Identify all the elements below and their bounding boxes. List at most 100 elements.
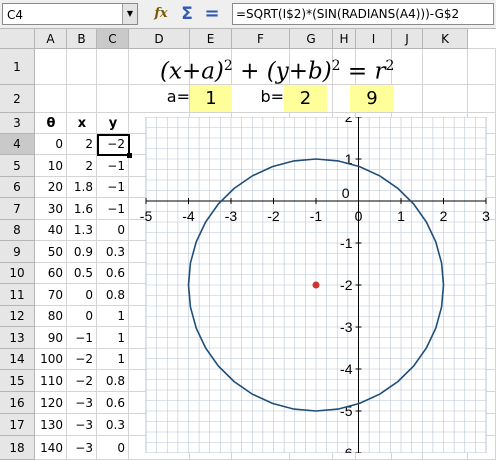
x-tick-label: -1 [310,208,323,224]
row-header-13[interactable]: 13 [0,327,35,349]
param-a-label: a= [166,87,190,106]
table-header-theta[interactable]: θ [35,115,67,133]
column-header-c[interactable]: C [97,29,129,49]
function-wizard-icon[interactable]: fx [150,3,172,25]
table-cell[interactable]: 120 [35,392,66,414]
sum-icon[interactable]: Σ [176,3,198,25]
row-header-17[interactable]: 17 [0,414,35,436]
select-all-corner[interactable] [0,29,35,49]
x-tick-label: 0 [355,208,363,224]
param-b-value[interactable]: 2 [284,85,327,112]
table-cell[interactable]: −2 [67,370,96,392]
param-a-value[interactable]: 1 [190,85,232,112]
table-cell[interactable]: 30 [35,198,66,220]
table-cell[interactable]: 0 [67,284,96,306]
column-header-h[interactable]: H [333,29,356,49]
table-cell[interactable]: −1 [97,177,128,198]
table-cell[interactable]: 0 [35,134,66,155]
row-header-3[interactable]: 3 [0,113,35,134]
chevron-down-icon[interactable]: ▼ [122,4,137,24]
table-cell[interactable]: 90 [35,327,66,349]
table-cell[interactable]: 0 [67,306,96,327]
row-header-8[interactable]: 8 [0,220,35,241]
table-cell[interactable]: 110 [35,370,66,392]
table-cell[interactable]: −2 [97,134,128,155]
table-cell[interactable]: 80 [35,306,66,327]
equals-icon[interactable]: = [201,3,223,25]
x-tick-label: 3 [482,208,490,224]
equation-exponent: 2 [385,58,395,74]
table-cell[interactable]: 0.3 [97,241,128,263]
row-header-9[interactable]: 9 [0,241,35,263]
table-cell[interactable]: 0.3 [97,414,128,436]
cell-reference: C4 [7,8,24,22]
table-cell[interactable]: 100 [35,349,66,370]
y-tick-label: 2 [345,117,353,125]
row-header-5[interactable]: 5 [0,155,35,177]
column-header-b[interactable]: B [67,29,97,49]
table-header-y[interactable]: y [97,115,129,133]
row-header-2[interactable]: 2 [0,85,35,113]
column-header-j[interactable]: J [392,29,423,49]
column-header-d[interactable]: D [129,29,190,49]
table-cell[interactable]: −1 [97,198,128,220]
row-header-11[interactable]: 11 [0,284,35,306]
table-cell[interactable]: 20 [35,177,66,198]
circle-plot-chart[interactable]: -5 -4 -3 -2 -1 0 1 2 3210-1-2-3-4-5-6 [140,117,490,453]
table-cell[interactable]: 0 [97,220,128,241]
table-cell[interactable]: −1 [97,155,128,177]
table-cell[interactable]: 50 [35,241,66,263]
column-header-e[interactable]: E [190,29,232,49]
formula-input[interactable]: =SQRT(I$2)*(SIN(RADIANS(A4)))-G$2 [232,3,494,25]
table-cell[interactable]: 1 [97,306,128,327]
table-cell[interactable]: 130 [35,414,66,436]
table-cell[interactable]: −3 [67,392,96,414]
table-cell[interactable]: −3 [67,414,96,436]
table-cell[interactable]: −2 [67,349,96,370]
row-header-4[interactable]: 4 [0,134,35,155]
table-cell[interactable]: 70 [35,284,66,306]
table-cell[interactable]: 40 [35,220,66,241]
column-header-k[interactable]: K [423,29,468,49]
table-cell[interactable]: 2 [67,155,96,177]
table-cell[interactable]: 10 [35,155,66,177]
circle-equation: (x+a)2 + (y+b)2 = r2 [160,49,400,85]
column-header-f[interactable]: F [232,29,290,49]
center-point [312,281,320,289]
column-header-i[interactable]: I [356,29,392,49]
table-cell[interactable]: 0.8 [97,284,128,306]
row-header-6[interactable]: 6 [0,177,35,198]
table-cell[interactable]: 0.8 [97,370,128,392]
row-header-1[interactable]: 1 [0,49,35,85]
table-cell[interactable]: −1 [67,327,96,349]
table-cell[interactable]: 0.5 [67,263,96,284]
x-tick-label: -4 [182,208,195,224]
table-cell[interactable]: 0 [97,436,128,460]
table-cell[interactable]: 1.3 [67,220,96,241]
table-cell[interactable]: 140 [35,436,66,460]
table-cell[interactable]: 1.8 [67,177,96,198]
table-cell[interactable]: 1 [97,349,128,370]
grid-line [35,112,496,113]
table-cell[interactable]: 1 [97,327,128,349]
param-r2-value[interactable]: 9 [350,85,394,112]
table-header-x[interactable]: x [67,115,97,133]
row-header-10[interactable]: 10 [0,263,35,284]
table-cell[interactable]: 2 [67,134,96,155]
equation-exponent: 2 [331,58,341,74]
table-cell[interactable]: 0.6 [97,263,128,284]
row-header-14[interactable]: 14 [0,349,35,370]
table-cell[interactable]: 1.6 [67,198,96,220]
name-box[interactable]: C4 ▼ [2,3,138,25]
column-header-a[interactable]: A [35,29,67,49]
table-cell[interactable]: 0.6 [97,392,128,414]
table-cell[interactable]: 60 [35,263,66,284]
table-cell[interactable]: −3 [67,436,96,460]
row-header-12[interactable]: 12 [0,306,35,327]
row-header-15[interactable]: 15 [0,370,35,392]
row-header-16[interactable]: 16 [0,392,35,414]
row-header-7[interactable]: 7 [0,198,35,220]
column-header-g[interactable]: G [290,29,333,49]
table-cell[interactable]: 0.9 [67,241,96,263]
row-header-18[interactable]: 18 [0,436,35,460]
